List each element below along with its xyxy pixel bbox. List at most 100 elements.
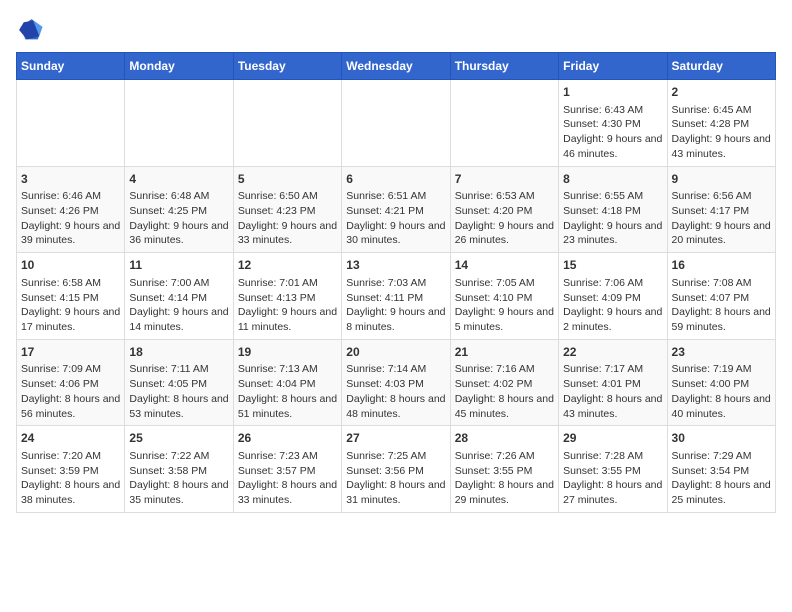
calendar-week-row: 1 Sunrise: 6:43 AM Sunset: 4:30 PM Daylig… xyxy=(17,80,776,167)
column-header-sunday: Sunday xyxy=(17,53,125,80)
day-info: Sunrise: 6:56 AM Sunset: 4:17 PM Dayligh… xyxy=(672,189,771,248)
day-info: Sunrise: 7:05 AM Sunset: 4:10 PM Dayligh… xyxy=(455,276,554,335)
day-number: 5 xyxy=(238,171,337,188)
calendar-cell: 23Sunrise: 7:19 AM Sunset: 4:00 PM Dayli… xyxy=(667,339,775,426)
day-info: Sunrise: 7:09 AM Sunset: 4:06 PM Dayligh… xyxy=(21,362,120,421)
calendar-cell: 28 Sunrise: 7:26 AM Sunset: 3:55 PM Dayli… xyxy=(450,426,558,513)
calendar-cell: 15 Sunrise: 7:06 AM Sunset: 4:09 PM Dayli… xyxy=(559,253,667,340)
calendar-cell: 8Sunrise: 6:55 AM Sunset: 4:18 PM Daylig… xyxy=(559,166,667,253)
day-number: 30 xyxy=(672,430,771,447)
day-info: Sunrise: 6:45 AM Sunset: 4:28 PM Dayligh… xyxy=(672,103,771,162)
column-header-saturday: Saturday xyxy=(667,53,775,80)
calendar-cell: 5Sunrise: 6:50 AM Sunset: 4:23 PM Daylig… xyxy=(233,166,341,253)
day-number: 4 xyxy=(129,171,228,188)
column-header-wednesday: Wednesday xyxy=(342,53,450,80)
day-number: 20 xyxy=(346,344,445,361)
day-number: 8 xyxy=(563,171,662,188)
calendar-header-row: SundayMondayTuesdayWednesdayThursdayFrid… xyxy=(17,53,776,80)
calendar-cell: 29Sunrise: 7:28 AM Sunset: 3:55 PM Dayli… xyxy=(559,426,667,513)
day-number: 10 xyxy=(21,257,120,274)
calendar-cell: 22Sunrise: 7:17 AM Sunset: 4:01 PM Dayli… xyxy=(559,339,667,426)
day-info: Sunrise: 7:11 AM Sunset: 4:05 PM Dayligh… xyxy=(129,362,228,421)
column-header-friday: Friday xyxy=(559,53,667,80)
day-number: 6 xyxy=(346,171,445,188)
day-number: 29 xyxy=(563,430,662,447)
day-number: 7 xyxy=(455,171,554,188)
day-number: 22 xyxy=(563,344,662,361)
day-number: 18 xyxy=(129,344,228,361)
calendar-cell: 1 Sunrise: 6:43 AM Sunset: 4:30 PM Daylig… xyxy=(559,80,667,167)
day-number: 15 xyxy=(563,257,662,274)
day-info: Sunrise: 7:19 AM Sunset: 4:00 PM Dayligh… xyxy=(672,362,771,421)
day-number: 26 xyxy=(238,430,337,447)
day-info: Sunrise: 7:13 AM Sunset: 4:04 PM Dayligh… xyxy=(238,362,337,421)
calendar-cell xyxy=(450,80,558,167)
day-info: Sunrise: 6:50 AM Sunset: 4:23 PM Dayligh… xyxy=(238,189,337,248)
calendar-cell: 2 Sunrise: 6:45 AM Sunset: 4:28 PM Daylig… xyxy=(667,80,775,167)
day-info: Sunrise: 7:16 AM Sunset: 4:02 PM Dayligh… xyxy=(455,362,554,421)
calendar-cell xyxy=(233,80,341,167)
calendar-cell: 17Sunrise: 7:09 AM Sunset: 4:06 PM Dayli… xyxy=(17,339,125,426)
day-number: 28 xyxy=(455,430,554,447)
day-info: Sunrise: 6:58 AM Sunset: 4:15 PM Dayligh… xyxy=(21,276,120,335)
calendar-cell: 25 Sunrise: 7:22 AM Sunset: 3:58 PM Dayli… xyxy=(125,426,233,513)
day-info: Sunrise: 6:43 AM Sunset: 4:30 PM Dayligh… xyxy=(563,103,662,162)
day-number: 23 xyxy=(672,344,771,361)
calendar-cell: 4Sunrise: 6:48 AM Sunset: 4:25 PM Daylig… xyxy=(125,166,233,253)
calendar-cell: 19Sunrise: 7:13 AM Sunset: 4:04 PM Dayli… xyxy=(233,339,341,426)
calendar-week-row: 10 Sunrise: 6:58 AM Sunset: 4:15 PM Dayli… xyxy=(17,253,776,340)
day-number: 24 xyxy=(21,430,120,447)
day-number: 14 xyxy=(455,257,554,274)
calendar-table: SundayMondayTuesdayWednesdayThursdayFrid… xyxy=(16,52,776,513)
calendar-week-row: 17Sunrise: 7:09 AM Sunset: 4:06 PM Dayli… xyxy=(17,339,776,426)
day-number: 3 xyxy=(21,171,120,188)
calendar-cell: 11 Sunrise: 7:00 AM Sunset: 4:14 PM Dayli… xyxy=(125,253,233,340)
day-number: 19 xyxy=(238,344,337,361)
calendar-cell: 10 Sunrise: 6:58 AM Sunset: 4:15 PM Dayli… xyxy=(17,253,125,340)
calendar-cell: 21Sunrise: 7:16 AM Sunset: 4:02 PM Dayli… xyxy=(450,339,558,426)
calendar-cell: 30 Sunrise: 7:29 AM Sunset: 3:54 PM Dayli… xyxy=(667,426,775,513)
calendar-cell: 12 Sunrise: 7:01 AM Sunset: 4:13 PM Dayli… xyxy=(233,253,341,340)
day-info: Sunrise: 7:29 AM Sunset: 3:54 PM Dayligh… xyxy=(672,449,771,508)
calendar-cell: 27Sunrise: 7:25 AM Sunset: 3:56 PM Dayli… xyxy=(342,426,450,513)
day-info: Sunrise: 6:53 AM Sunset: 4:20 PM Dayligh… xyxy=(455,189,554,248)
day-number: 27 xyxy=(346,430,445,447)
day-number: 25 xyxy=(129,430,228,447)
day-info: Sunrise: 7:26 AM Sunset: 3:55 PM Dayligh… xyxy=(455,449,554,508)
page-header xyxy=(16,16,776,44)
calendar-cell: 26 Sunrise: 7:23 AM Sunset: 3:57 PM Dayli… xyxy=(233,426,341,513)
calendar-cell: 7Sunrise: 6:53 AM Sunset: 4:20 PM Daylig… xyxy=(450,166,558,253)
day-info: Sunrise: 7:22 AM Sunset: 3:58 PM Dayligh… xyxy=(129,449,228,508)
day-info: Sunrise: 6:55 AM Sunset: 4:18 PM Dayligh… xyxy=(563,189,662,248)
calendar-cell: 24Sunrise: 7:20 AM Sunset: 3:59 PM Dayli… xyxy=(17,426,125,513)
day-info: Sunrise: 6:46 AM Sunset: 4:26 PM Dayligh… xyxy=(21,189,120,248)
calendar-cell xyxy=(342,80,450,167)
day-info: Sunrise: 7:00 AM Sunset: 4:14 PM Dayligh… xyxy=(129,276,228,335)
day-number: 21 xyxy=(455,344,554,361)
calendar-cell: 20Sunrise: 7:14 AM Sunset: 4:03 PM Dayli… xyxy=(342,339,450,426)
day-number: 11 xyxy=(129,257,228,274)
logo-icon xyxy=(16,16,44,44)
day-info: Sunrise: 7:03 AM Sunset: 4:11 PM Dayligh… xyxy=(346,276,445,335)
calendar-cell: 14 Sunrise: 7:05 AM Sunset: 4:10 PM Dayli… xyxy=(450,253,558,340)
calendar-cell: 13 Sunrise: 7:03 AM Sunset: 4:11 PM Dayli… xyxy=(342,253,450,340)
day-info: Sunrise: 7:01 AM Sunset: 4:13 PM Dayligh… xyxy=(238,276,337,335)
calendar-cell: 18Sunrise: 7:11 AM Sunset: 4:05 PM Dayli… xyxy=(125,339,233,426)
calendar-cell: 16Sunrise: 7:08 AM Sunset: 4:07 PM Dayli… xyxy=(667,253,775,340)
day-info: Sunrise: 7:23 AM Sunset: 3:57 PM Dayligh… xyxy=(238,449,337,508)
day-info: Sunrise: 7:06 AM Sunset: 4:09 PM Dayligh… xyxy=(563,276,662,335)
calendar-cell: 6Sunrise: 6:51 AM Sunset: 4:21 PM Daylig… xyxy=(342,166,450,253)
column-header-thursday: Thursday xyxy=(450,53,558,80)
calendar-cell xyxy=(125,80,233,167)
day-number: 2 xyxy=(672,84,771,101)
logo xyxy=(16,16,48,44)
day-number: 16 xyxy=(672,257,771,274)
calendar-week-row: 3Sunrise: 6:46 AM Sunset: 4:26 PM Daylig… xyxy=(17,166,776,253)
calendar-cell: 3Sunrise: 6:46 AM Sunset: 4:26 PM Daylig… xyxy=(17,166,125,253)
day-number: 9 xyxy=(672,171,771,188)
day-number: 12 xyxy=(238,257,337,274)
day-number: 1 xyxy=(563,84,662,101)
day-number: 17 xyxy=(21,344,120,361)
day-number: 13 xyxy=(346,257,445,274)
calendar-cell xyxy=(17,80,125,167)
